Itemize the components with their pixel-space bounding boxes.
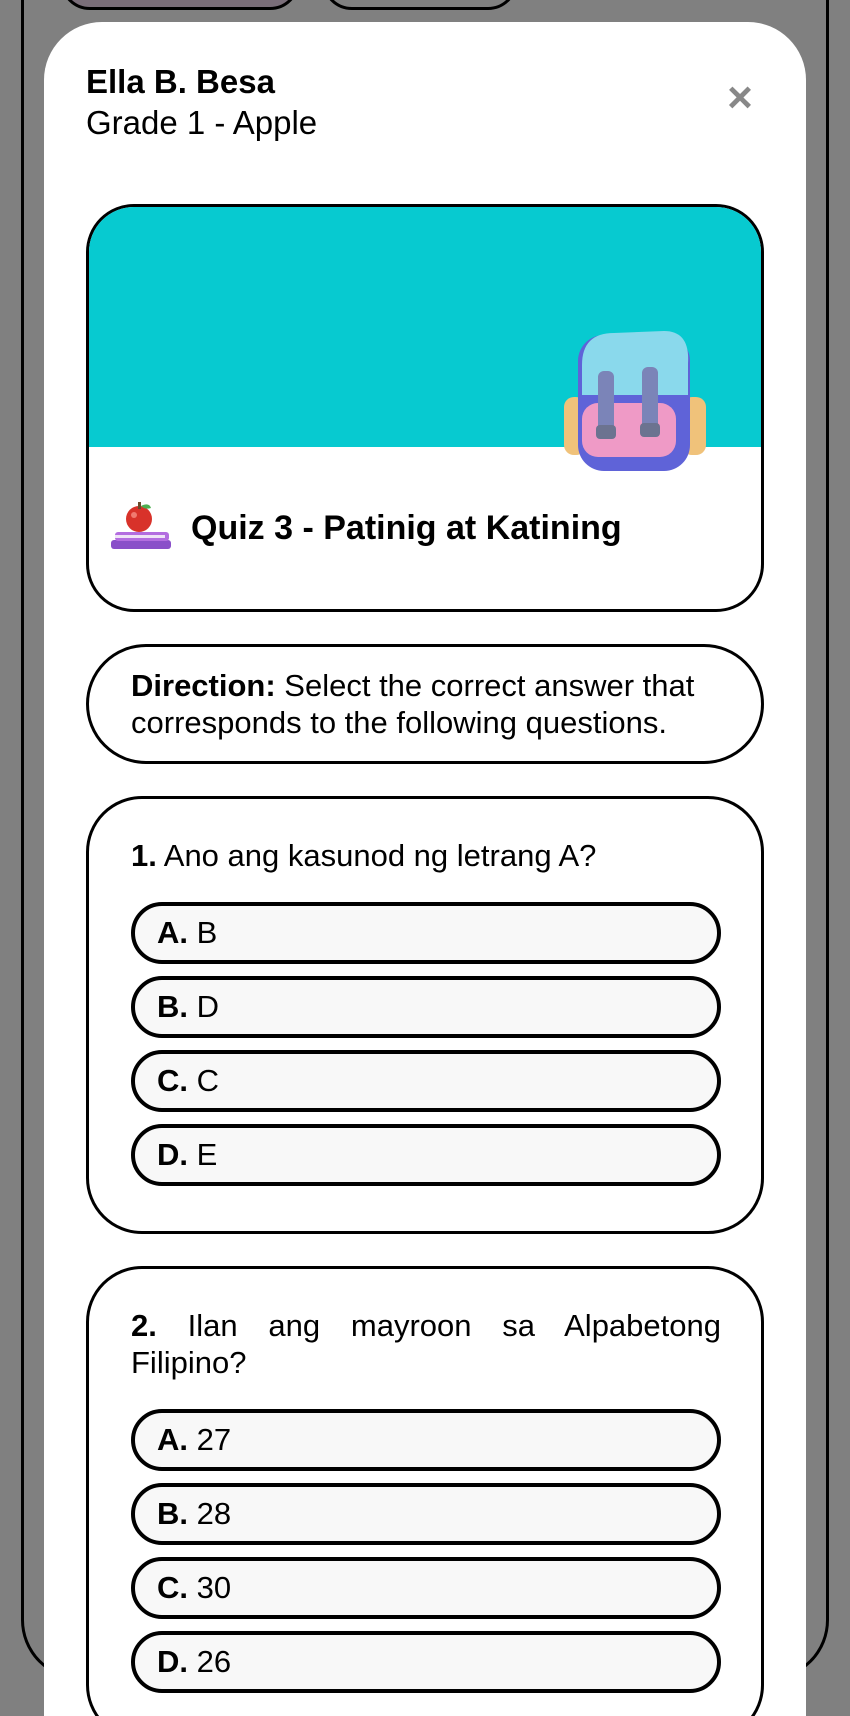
answer-option-a[interactable]: A. B — [131, 902, 721, 964]
option-text: 26 — [188, 1644, 232, 1679]
direction-card: Direction: Select the correct answer tha… — [86, 644, 764, 764]
option-text: B — [188, 915, 218, 950]
quiz-card: Quiz 3 - Patinig at Katining — [86, 204, 764, 612]
quiz-title-row: Quiz 3 - Patinig at Katining — [109, 502, 622, 554]
option-text: 30 — [188, 1570, 232, 1605]
answer-option-d[interactable]: D. E — [131, 1124, 721, 1186]
option-letter: C. — [157, 1063, 188, 1098]
books-apple-icon — [111, 502, 171, 549]
background-tab — [322, 0, 518, 10]
question-prompt: Ilan ang mayroon sa Alpabetong Filipino? — [131, 1308, 721, 1380]
option-letter: A. — [157, 1422, 188, 1457]
question-text: 2. Ilan ang mayroon sa Alpabetong Filipi… — [131, 1307, 721, 1381]
option-letter: D. — [157, 1644, 188, 1679]
answer-option-a[interactable]: A. 27 — [131, 1409, 721, 1471]
answer-option-d[interactable]: D. 26 — [131, 1631, 721, 1693]
backpack-icon — [564, 331, 706, 471]
option-text: C — [188, 1063, 219, 1098]
background-tab — [60, 0, 300, 10]
question-card: 1. Ano ang kasunod ng letrang A? A. B B.… — [86, 796, 764, 1234]
quiz-modal: Ella B. Besa Grade 1 - Apple × Quiz 3 - … — [44, 22, 806, 1716]
option-letter: B. — [157, 989, 188, 1024]
question-card: 2. Ilan ang mayroon sa Alpabetong Filipi… — [86, 1266, 764, 1716]
answer-option-b[interactable]: B. D — [131, 976, 721, 1038]
option-text: E — [188, 1137, 218, 1172]
question-number: 1. — [131, 838, 157, 873]
option-text: 28 — [188, 1496, 232, 1531]
option-letter: C. — [157, 1570, 188, 1605]
question-number: 2. — [131, 1308, 157, 1343]
direction-label: Direction: — [131, 668, 276, 703]
option-text: D — [188, 989, 219, 1024]
question-prompt: Ano ang kasunod ng letrang A? — [156, 838, 597, 873]
modal-header: Ella B. Besa Grade 1 - Apple × — [86, 62, 764, 182]
close-icon[interactable]: × — [722, 76, 758, 120]
option-letter: D. — [157, 1137, 188, 1172]
answer-option-c[interactable]: C. C — [131, 1050, 721, 1112]
answer-option-b[interactable]: B. 28 — [131, 1483, 721, 1545]
quiz-title: Quiz 3 - Patinig at Katining — [191, 508, 622, 547]
option-letter: B. — [157, 1496, 188, 1531]
option-letter: A. — [157, 915, 188, 950]
quiz-banner — [89, 207, 761, 471]
answer-option-c[interactable]: C. 30 — [131, 1557, 721, 1619]
option-text: 27 — [188, 1422, 232, 1457]
question-text: 1. Ano ang kasunod ng letrang A? — [131, 837, 721, 874]
student-grade: Grade 1 - Apple — [86, 104, 318, 141]
student-name: Ella B. Besa — [86, 63, 275, 100]
